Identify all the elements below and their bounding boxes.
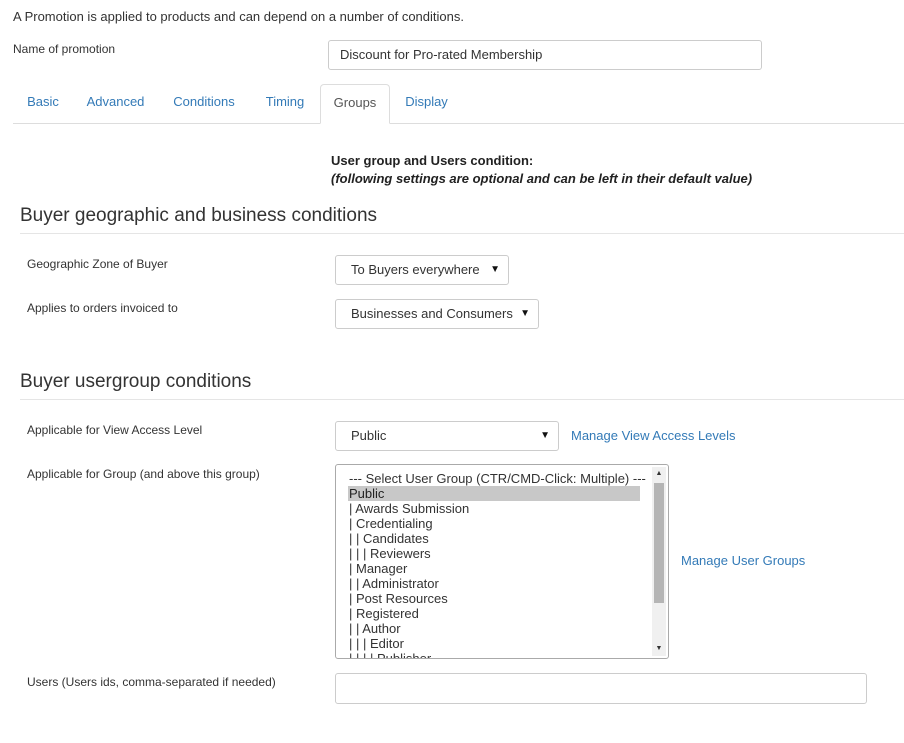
caret-down-icon: ▼: [520, 308, 530, 319]
promotion-name-label: Name of promotion: [13, 42, 116, 56]
users-input[interactable]: [335, 673, 867, 704]
scroll-up-arrow-icon[interactable]: ▲: [652, 467, 666, 481]
user-group-option[interactable]: | | Administrator: [348, 576, 640, 591]
users-label: Users (Users ids, comma-separated if nee…: [27, 675, 276, 689]
tab-groups[interactable]: Groups: [320, 84, 390, 124]
user-group-option[interactable]: | Manager: [348, 561, 640, 576]
access-level-select[interactable]: Public ▼: [335, 421, 559, 451]
access-level-label: Applicable for View Access Level: [27, 423, 203, 437]
listbox-scrollbar[interactable]: ▲ ▼: [652, 467, 666, 656]
user-group-option[interactable]: | Post Resources: [348, 591, 640, 606]
scrollbar-thumb[interactable]: [654, 483, 664, 603]
user-group-option[interactable]: | | Candidates: [348, 531, 640, 546]
usergroup-section-heading: Buyer usergroup conditions: [20, 371, 904, 400]
invoiced-to-label: Applies to orders invoiced to: [27, 301, 178, 315]
tab-conditions[interactable]: Conditions: [160, 84, 248, 122]
invoiced-to-select[interactable]: Businesses and Consumers ▼: [335, 299, 539, 329]
manage-access-levels-link[interactable]: Manage View Access Levels: [571, 428, 736, 443]
user-group-option[interactable]: | | | Editor: [348, 636, 640, 651]
tab-advanced[interactable]: Advanced: [73, 84, 158, 122]
conditions-note-subtitle: (following settings are optional and can…: [331, 171, 753, 186]
access-level-value: Public: [351, 428, 387, 443]
geo-zone-label: Geographic Zone of Buyer: [27, 257, 168, 271]
user-group-option[interactable]: Public: [348, 486, 640, 501]
tab-timing[interactable]: Timing: [251, 84, 319, 122]
intro-text: A Promotion is applied to products and c…: [13, 9, 464, 24]
user-group-label: Applicable for Group (and above this gro…: [27, 467, 260, 481]
user-group-option[interactable]: | Credentialing: [348, 516, 640, 531]
user-group-option[interactable]: | | Author: [348, 621, 640, 636]
caret-down-icon: ▼: [490, 264, 500, 275]
tab-display[interactable]: Display: [393, 84, 460, 122]
user-group-option[interactable]: | | | Reviewers: [348, 546, 640, 561]
invoiced-to-value: Businesses and Consumers: [351, 306, 513, 321]
conditions-note-title: User group and Users condition:: [331, 153, 534, 168]
user-group-option[interactable]: | Awards Submission: [348, 501, 640, 516]
tab-bar: Basic Advanced Conditions Timing Groups …: [13, 84, 904, 124]
user-group-option[interactable]: | Registered: [348, 606, 640, 621]
user-group-listbox[interactable]: --- Select User Group (CTR/CMD-Click: Mu…: [335, 464, 669, 659]
tab-basic[interactable]: Basic: [13, 84, 73, 122]
scroll-down-arrow-icon[interactable]: ▼: [652, 642, 666, 656]
user-group-placeholder[interactable]: --- Select User Group (CTR/CMD-Click: Mu…: [348, 471, 646, 486]
caret-down-icon: ▼: [540, 430, 550, 441]
manage-user-groups-link[interactable]: Manage User Groups: [681, 553, 805, 568]
geo-section-heading: Buyer geographic and business conditions: [20, 205, 904, 234]
user-group-option[interactable]: | | | | Publisher: [348, 651, 640, 658]
promotion-name-input[interactable]: Discount for Pro-rated Membership: [328, 40, 762, 70]
geo-zone-value: To Buyers everywhere: [351, 262, 480, 277]
geo-zone-select[interactable]: To Buyers everywhere ▼: [335, 255, 509, 285]
